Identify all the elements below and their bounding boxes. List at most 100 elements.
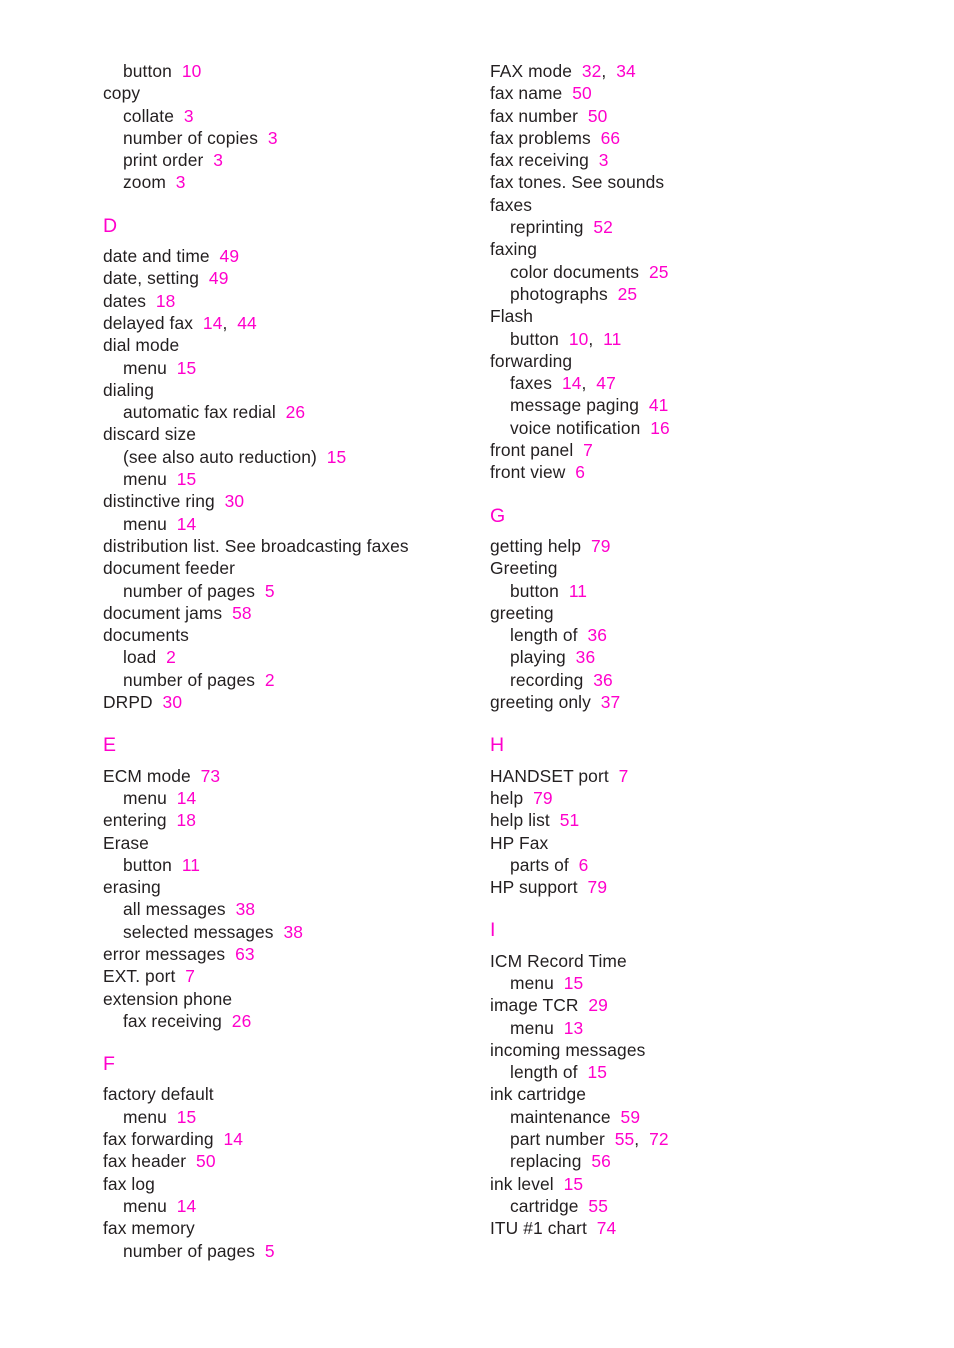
page-number[interactable]: 26 bbox=[222, 1011, 251, 1031]
index-entry-pages: 36 bbox=[583, 670, 612, 690]
index-entry-pages: 15 bbox=[578, 1062, 607, 1082]
page-number[interactable]: 66 bbox=[591, 128, 620, 148]
page-number[interactable]: 15 bbox=[167, 358, 196, 378]
index-entry: document feeder bbox=[103, 557, 387, 579]
page-number[interactable]: 15 bbox=[167, 469, 196, 489]
page-number[interactable]: 13 bbox=[554, 1018, 583, 1038]
page-number[interactable]: 18 bbox=[146, 291, 175, 311]
index-entry-pages: 11 bbox=[172, 855, 200, 875]
page-number[interactable]: 59 bbox=[611, 1107, 640, 1127]
page-number[interactable]: 29 bbox=[579, 995, 608, 1015]
index-entry: fax problems 66 bbox=[490, 127, 837, 149]
index-entry-pages: 14, 47 bbox=[552, 373, 616, 393]
letter-heading-h: H bbox=[490, 734, 505, 757]
page-number[interactable]: 7 bbox=[175, 966, 195, 986]
page-number[interactable]: 14 bbox=[214, 1129, 243, 1149]
index-entry-term: fax tones. See sounds bbox=[490, 172, 665, 193]
index-entry: distinctive ring 30 bbox=[103, 490, 387, 512]
page-number[interactable]: 14 bbox=[552, 373, 581, 393]
page-number[interactable]: 49 bbox=[210, 246, 239, 266]
index-entry: fax receiving 26 bbox=[103, 1010, 387, 1032]
page-number[interactable]: 50 bbox=[578, 106, 607, 126]
page-number[interactable]: 36 bbox=[583, 670, 612, 690]
index-entry-pages: 38 bbox=[226, 899, 255, 919]
page-number[interactable]: 47 bbox=[586, 373, 615, 393]
page-number[interactable]: 55 bbox=[579, 1196, 608, 1216]
page-number[interactable]: 30 bbox=[153, 692, 182, 712]
page-number[interactable]: 14 bbox=[167, 788, 196, 808]
page-number[interactable]: 6 bbox=[569, 855, 589, 875]
page-number[interactable]: 38 bbox=[274, 922, 303, 942]
page-number[interactable]: 26 bbox=[276, 402, 305, 422]
page-number[interactable]: 15 bbox=[554, 973, 583, 993]
page-number[interactable]: 7 bbox=[609, 766, 629, 786]
page-number[interactable]: 3 bbox=[589, 150, 609, 170]
page-number[interactable]: 10 bbox=[172, 61, 201, 81]
index-entry-term: Flash bbox=[490, 306, 534, 327]
page-number[interactable]: 3 bbox=[258, 128, 278, 148]
page-number[interactable]: 14 bbox=[167, 514, 196, 534]
index-entry-pages: 41 bbox=[639, 395, 668, 415]
page-number[interactable]: 11 bbox=[559, 581, 587, 601]
page-number[interactable]: 11 bbox=[593, 329, 621, 349]
page-number[interactable]: 44 bbox=[227, 313, 256, 333]
page-number[interactable]: 49 bbox=[199, 268, 228, 288]
index-columns: button 10 copy collate 3 number of copies 3… bbox=[0, 0, 954, 1348]
page-number[interactable]: 25 bbox=[608, 284, 637, 304]
page-number[interactable]: 56 bbox=[581, 1151, 610, 1171]
index-entry: number of pages 2 bbox=[103, 669, 387, 691]
page-number[interactable]: 14 bbox=[193, 313, 222, 333]
page-number[interactable]: 79 bbox=[578, 877, 607, 897]
index-entry-pages: 15 bbox=[167, 1107, 196, 1127]
page-number[interactable]: 36 bbox=[578, 625, 607, 645]
index-entry-pages: 32, 34 bbox=[572, 61, 636, 81]
page-number[interactable]: 51 bbox=[550, 810, 579, 830]
index-entry: print order 3 bbox=[103, 149, 387, 171]
page-number[interactable]: 25 bbox=[639, 262, 668, 282]
page-number[interactable]: 55 bbox=[605, 1129, 634, 1149]
page-number[interactable]: 10 bbox=[559, 329, 588, 349]
page-number[interactable]: 3 bbox=[166, 172, 186, 192]
page-number[interactable]: 16 bbox=[640, 418, 669, 438]
page-number[interactable]: 5 bbox=[255, 1241, 275, 1261]
right-column: FAX mode 32, 34 fax name 50 fax number 50 f… bbox=[387, 0, 837, 1348]
page-number[interactable]: 79 bbox=[523, 788, 552, 808]
index-entry-term: entering bbox=[103, 810, 167, 831]
page-number[interactable]: 30 bbox=[215, 491, 244, 511]
page-number[interactable]: 72 bbox=[639, 1129, 668, 1149]
index-entry: ITU #1 chart 74 bbox=[490, 1217, 837, 1239]
page-number[interactable]: 6 bbox=[565, 462, 585, 482]
page-number[interactable]: 2 bbox=[255, 670, 275, 690]
page-number[interactable]: 34 bbox=[606, 61, 635, 81]
page-number[interactable]: 15 bbox=[317, 447, 346, 467]
page-number[interactable]: 52 bbox=[584, 217, 613, 237]
page-number[interactable]: 58 bbox=[222, 603, 251, 623]
page-number[interactable]: 50 bbox=[186, 1151, 215, 1171]
page-number[interactable]: 18 bbox=[167, 810, 196, 830]
page-number[interactable]: 74 bbox=[587, 1218, 616, 1238]
index-entry-term: part number bbox=[510, 1129, 605, 1150]
page-number[interactable]: 15 bbox=[554, 1174, 583, 1194]
page-number[interactable]: 63 bbox=[225, 944, 254, 964]
page-number[interactable]: 2 bbox=[156, 647, 176, 667]
page-number[interactable]: 3 bbox=[174, 106, 194, 126]
page-number[interactable]: 32 bbox=[572, 61, 601, 81]
page-number[interactable]: 3 bbox=[203, 150, 223, 170]
index-entry: help list 51 bbox=[490, 809, 837, 831]
page-number[interactable]: 5 bbox=[255, 581, 275, 601]
page-number[interactable]: 79 bbox=[581, 536, 610, 556]
index-entry-pages: 30 bbox=[215, 491, 244, 511]
page-number[interactable]: 15 bbox=[167, 1107, 196, 1127]
index-entry-pages: 74 bbox=[587, 1218, 616, 1238]
page-number[interactable]: 36 bbox=[566, 647, 595, 667]
page-number[interactable]: 50 bbox=[562, 83, 591, 103]
page-number[interactable]: 11 bbox=[172, 855, 200, 875]
index-entry: maintenance 59 bbox=[490, 1106, 837, 1128]
page-number[interactable]: 14 bbox=[167, 1196, 196, 1216]
page-number[interactable]: 37 bbox=[591, 692, 620, 712]
page-number[interactable]: 7 bbox=[573, 440, 593, 460]
page-number[interactable]: 41 bbox=[639, 395, 668, 415]
page-number[interactable]: 73 bbox=[191, 766, 220, 786]
page-number[interactable]: 38 bbox=[226, 899, 255, 919]
page-number[interactable]: 15 bbox=[578, 1062, 607, 1082]
